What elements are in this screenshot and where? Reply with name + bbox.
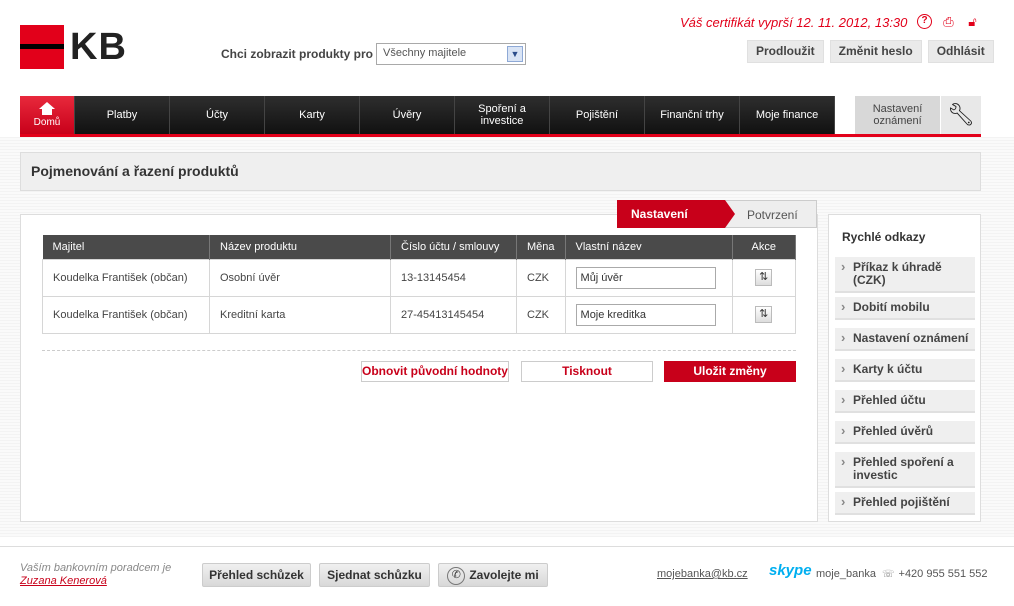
custom-name-input[interactable]: Moje kreditka bbox=[575, 303, 716, 326]
nav-ucty[interactable]: Účty bbox=[170, 96, 265, 134]
advisor-name-link[interactable]: Zuzana Kenerová bbox=[20, 575, 107, 587]
footer-divider bbox=[0, 546, 1014, 547]
quick-link-account-cards[interactable]: Karty k účtu bbox=[835, 359, 975, 382]
nav-home[interactable]: Domů bbox=[20, 96, 75, 134]
owner-filter-select[interactable]: Všechny majitele ▼ bbox=[376, 43, 526, 65]
table-row: Koudelka František (občan) Kreditní kart… bbox=[42, 295, 797, 334]
cell-product: Kreditní karta bbox=[209, 295, 391, 334]
call-me-button[interactable]: ✆ Zavolejte mi bbox=[438, 563, 548, 587]
nav-pojisteni[interactable]: Pojištění bbox=[550, 96, 645, 134]
cell-action: ⇅ bbox=[731, 295, 797, 334]
advisor-text: Vaším bankovním poradcem je bbox=[20, 562, 172, 574]
skype-id: moje_banka bbox=[816, 568, 876, 580]
cell-number: 27-45413145454 bbox=[390, 295, 517, 334]
nav-settings[interactable]: Nastavení oznámení bbox=[855, 96, 940, 134]
account-buttons: Prodloužit Změnit heslo Odhlásit bbox=[747, 40, 994, 63]
sort-icon[interactable]: ⇅ bbox=[755, 269, 773, 286]
quick-link-account-overview[interactable]: Přehled účtu bbox=[835, 390, 975, 413]
call-me-label: Zavolejte mi bbox=[469, 568, 539, 582]
nav-karty[interactable]: Karty bbox=[265, 96, 360, 134]
quick-link-insurance-overview[interactable]: Přehled pojištění bbox=[835, 492, 975, 515]
col-currency: Měna bbox=[516, 235, 566, 259]
divider bbox=[42, 350, 796, 351]
email-link[interactable]: mojebanka@kb.cz bbox=[657, 568, 748, 580]
page-title: Pojmenování a řazení produktů bbox=[20, 152, 981, 191]
quick-links-panel: Rychlé odkazy Příkaz k úhradě (CZK) Dobi… bbox=[828, 214, 981, 522]
wizard-steps: Nastavení Potvrzení bbox=[617, 200, 817, 228]
owner-filter-label: Chci zobrazit produkty pro bbox=[221, 47, 374, 61]
custom-name-input[interactable]: Můj úvěr bbox=[575, 266, 716, 289]
col-action: Akce bbox=[732, 235, 797, 259]
nav-moje-finance[interactable]: Moje finance bbox=[740, 96, 835, 134]
print-button[interactable]: Tisknout bbox=[521, 361, 653, 382]
cell-action: ⇅ bbox=[731, 258, 797, 297]
step-confirm: Potvrzení bbox=[725, 200, 817, 228]
wrench-icon[interactable]: 🔧︎ bbox=[941, 96, 981, 134]
schedule-meeting-button[interactable]: Sjednat schůzku bbox=[319, 563, 430, 587]
sort-icon[interactable]: ⇅ bbox=[755, 306, 773, 323]
main-nav: Domů Platby Účty Karty Úvěry Spoření a i… bbox=[20, 96, 835, 134]
cell-product: Osobní úvěr bbox=[209, 258, 391, 297]
skype-icon[interactable]: skype bbox=[769, 562, 812, 579]
owner-filter-value: Všechny majitele bbox=[383, 47, 467, 59]
help-icon[interactable]: ? bbox=[917, 14, 932, 29]
nav-sporeni[interactable]: Spoření a investice bbox=[455, 96, 550, 134]
cell-currency: CZK bbox=[516, 295, 566, 334]
extend-button[interactable]: Prodloužit bbox=[747, 40, 824, 63]
phone-number: ☏ +420 955 551 552 bbox=[882, 568, 988, 580]
kb-logo[interactable]: KB bbox=[20, 25, 127, 69]
nav-home-label: Domů bbox=[33, 116, 61, 128]
cell-custom-name: Můj úvěr bbox=[564, 258, 733, 297]
cell-currency: CZK bbox=[516, 258, 566, 297]
certificate-notice: Váš certifikát vyprší 12. 11. 2012, 13:3… bbox=[680, 15, 908, 30]
print-icon[interactable]: ⎙ bbox=[941, 14, 956, 29]
chevron-down-icon[interactable]: ▼ bbox=[507, 46, 523, 62]
phone-small-icon: ☏ bbox=[882, 569, 895, 580]
table-header-row: Majitel Název produktu Číslo účtu / smlo… bbox=[42, 235, 797, 259]
page: KB Chci zobrazit produkty pro Všechny ma… bbox=[0, 0, 1014, 606]
quick-link-mobile-topup[interactable]: Dobití mobilu bbox=[835, 297, 975, 320]
nav-financni-trhy[interactable]: Finanční trhy bbox=[645, 96, 740, 134]
col-owner: Majitel bbox=[42, 235, 210, 259]
quick-links-title: Rychlé odkazy bbox=[842, 230, 926, 244]
cell-owner: Koudelka František (občan) bbox=[42, 258, 210, 297]
nav-platby[interactable]: Platby bbox=[75, 96, 170, 134]
quick-link-loans-overview[interactable]: Přehled úvěrů bbox=[835, 421, 975, 444]
meetings-button[interactable]: Přehled schůzek bbox=[202, 563, 311, 587]
save-button[interactable]: Uložit změny bbox=[664, 361, 796, 382]
logo-mark bbox=[20, 25, 64, 69]
cell-owner: Koudelka František (občan) bbox=[42, 295, 210, 334]
logout-button[interactable]: Odhlásit bbox=[927, 40, 994, 63]
phone-icon: ✆ bbox=[447, 566, 466, 585]
col-product: Název produktu bbox=[209, 235, 391, 259]
phone-number-text: +420 955 551 552 bbox=[898, 568, 988, 580]
quick-link-payment-order[interactable]: Příkaz k úhradě (CZK) bbox=[835, 257, 975, 293]
home-icon bbox=[39, 101, 55, 115]
products-table: Majitel Název produktu Číslo účtu / smlo… bbox=[42, 235, 797, 334]
change-password-button[interactable]: Změnit heslo bbox=[829, 40, 922, 63]
quick-link-notification-settings[interactable]: Nastavení oznámení bbox=[835, 328, 975, 351]
top-icons: ? ⎙ 🔓︎ bbox=[917, 14, 980, 29]
step-settings: Nastavení bbox=[617, 200, 735, 228]
col-number: Číslo účtu / smlouvy bbox=[390, 235, 517, 259]
nav-uvery[interactable]: Úvěry bbox=[360, 96, 455, 134]
quick-link-savings-overview[interactable]: Přehled spoření a investic bbox=[835, 452, 975, 488]
cell-custom-name: Moje kreditka bbox=[564, 295, 733, 334]
lock-icon[interactable]: 🔓︎ bbox=[965, 14, 980, 29]
logo-text: KB bbox=[70, 25, 127, 68]
col-custom-name: Vlastní název bbox=[565, 235, 733, 259]
advisor-info: Vaším bankovním poradcem je Zuzana Kener… bbox=[20, 562, 171, 588]
restore-button[interactable]: Obnovit původní hodnoty bbox=[361, 361, 509, 382]
cell-number: 13-13145454 bbox=[390, 258, 517, 297]
table-row: Koudelka František (občan) Osobní úvěr 1… bbox=[42, 258, 797, 297]
